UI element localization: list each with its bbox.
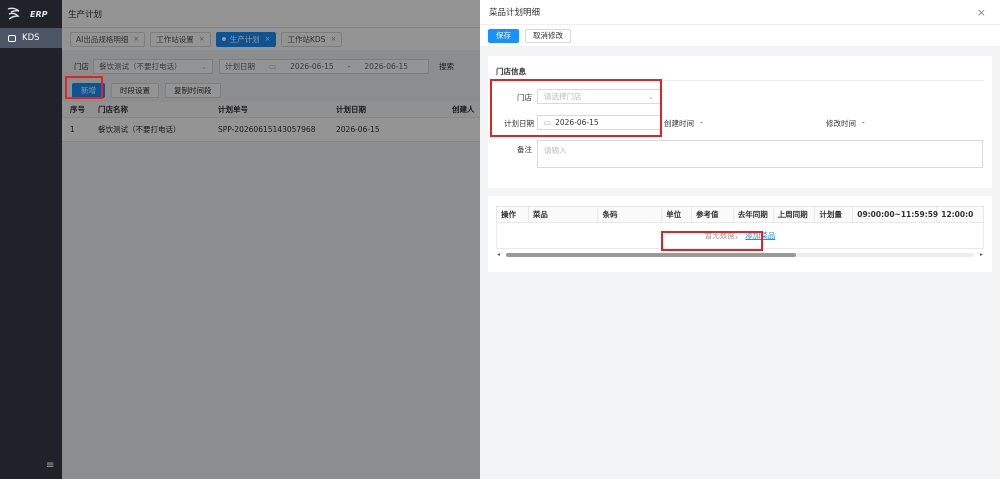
scroll-thumb[interactable]: [506, 253, 796, 257]
section-title: 门店信息: [496, 67, 526, 76]
logo: ERP: [0, 0, 62, 28]
header-plan-qty: 计划量: [815, 207, 854, 222]
drawer-title: 菜品计划明细: [489, 8, 541, 18]
store-info-card: 门店信息 门店 请选择门店 ⌄ 计划日期 ▭ 2026-06-15 创建时间 - 修…: [488, 56, 992, 188]
scroll-left-icon[interactable]: ◂: [497, 251, 500, 258]
modified-time-value: -: [862, 118, 865, 127]
divider: [496, 80, 984, 81]
header-slot-1: 09:00:00~11:59:59: [853, 207, 938, 222]
header-action: 操作: [497, 207, 529, 222]
store-select-placeholder: 请选择门店: [544, 92, 582, 101]
header-last-week: 上周同期: [774, 207, 816, 222]
sidebar-item-kds[interactable]: KDS: [0, 28, 62, 48]
header-dish: 菜品: [529, 207, 599, 222]
modified-time-label: 修改时间: [826, 119, 856, 128]
header-last-year: 去年同期: [734, 207, 774, 222]
save-button[interactable]: 保存: [488, 28, 519, 43]
plan-date-picker[interactable]: ▭ 2026-06-15: [537, 115, 661, 130]
remark-textarea[interactable]: 请输入: [537, 140, 983, 168]
sidebar-item-label: KDS: [22, 33, 40, 43]
drawer-toolbar: 保存 取消修改: [480, 24, 1000, 46]
empty-text: 暂无数据，: [704, 231, 743, 240]
calendar-icon: ▭: [544, 118, 552, 127]
plan-date-label: 计划日期: [504, 119, 534, 128]
logo-icon: [7, 7, 20, 20]
store-field-label: 门店: [517, 93, 532, 102]
chevron-down-icon: ⌄: [647, 92, 654, 101]
app-root: ERP KDS ≡ 生产计划 AI出品规格明细 × 工作站设置 × 生产计划 × 工作…: [0, 0, 1000, 479]
horizontal-scrollbar[interactable]: ◂ ▸: [496, 251, 984, 259]
created-time-value: -: [700, 118, 703, 127]
header-barcode: 条码: [598, 207, 663, 222]
remark-placeholder: 请输入: [544, 146, 567, 155]
dish-table-header: 操作 菜品 条码 单位 参考值 去年同期 上周同期 计划量 09:00:00~1…: [496, 206, 984, 223]
remark-label: 备注: [517, 145, 532, 154]
close-icon[interactable]: ×: [977, 6, 986, 19]
modal-overlay[interactable]: [62, 0, 480, 479]
dish-table-empty: 暂无数据， 添加菜品: [496, 223, 984, 249]
header-reference: 参考值: [692, 207, 734, 222]
created-time-label: 创建时间: [664, 119, 694, 128]
plan-date-value: 2026-06-15: [555, 118, 599, 127]
monitor-icon: [8, 34, 16, 42]
logo-text: ERP: [30, 9, 48, 19]
scroll-right-icon[interactable]: ▸: [980, 251, 983, 258]
header-slot-2: 12:00:0: [941, 210, 974, 219]
sidebar: ERP KDS ≡: [0, 0, 62, 479]
header-unit: 单位: [662, 207, 693, 222]
add-dish-link[interactable]: 添加菜品: [745, 230, 775, 241]
drawer-header: 菜品计划明细 ×: [480, 0, 1000, 24]
menu-toggle-icon[interactable]: ≡: [46, 460, 54, 471]
store-select[interactable]: 请选择门店 ⌄: [537, 89, 661, 104]
cancel-edit-button[interactable]: 取消修改: [525, 28, 571, 43]
dish-plan-card: 操作 菜品 条码 单位 参考值 去年同期 上周同期 计划量 09:00:00~1…: [488, 196, 992, 272]
